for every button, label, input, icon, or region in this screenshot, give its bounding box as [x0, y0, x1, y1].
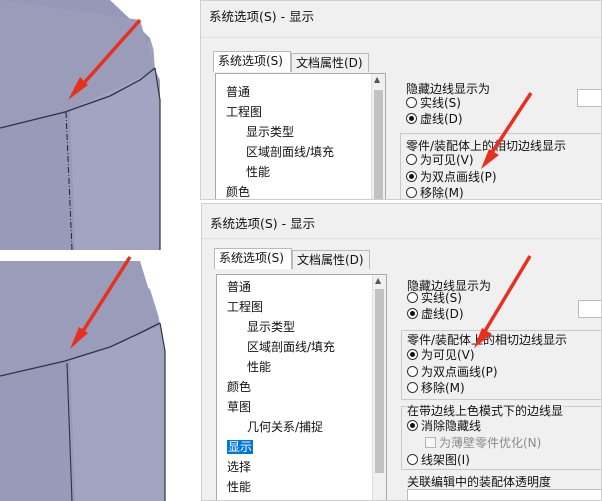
scroll-up-icon[interactable]: ▲: [375, 277, 381, 285]
tab-document-properties[interactable]: 文档属性(D): [292, 250, 370, 269]
tree-item[interactable]: 显示类型: [246, 124, 294, 140]
shaded-edges-label: 在带边线上色模式下的边线显: [407, 402, 564, 419]
radio-solid[interactable]: 实线(S): [406, 95, 461, 111]
radio-remove-hidden[interactable]: 消除隐藏线: [407, 418, 481, 434]
radio-circle[interactable]: [407, 382, 418, 393]
radio-circle[interactable]: [407, 349, 418, 360]
tree-item[interactable]: 区域剖面线/填充: [247, 339, 335, 355]
tree-item[interactable]: 颜色: [227, 379, 251, 395]
options-tree: 普通 工程图 显示类型 区域剖面线/填充 性能 颜色 ▲: [215, 73, 386, 199]
radio-circle[interactable]: [407, 454, 418, 465]
model-viewport-top[interactable]: [0, 0, 200, 250]
tree-item[interactable]: 选择: [227, 459, 251, 475]
radio-wireframe[interactable]: 线架图(I): [407, 452, 470, 468]
radio-circle[interactable]: [407, 292, 418, 303]
radio-phantom[interactable]: 为双点画线(P): [407, 364, 498, 380]
radio-circle[interactable]: [406, 97, 417, 108]
tree-item[interactable]: 普通: [226, 84, 250, 100]
radio-circle[interactable]: [406, 113, 417, 124]
tree-item[interactable]: 性能: [227, 479, 251, 495]
tree-item[interactable]: 工程图: [227, 299, 263, 315]
tree-item[interactable]: 工程图: [226, 104, 262, 120]
radio-circle[interactable]: [406, 171, 417, 182]
radio-dashed[interactable]: 虚线(D): [407, 306, 464, 322]
assembly-transparency-dropdown[interactable]: [407, 489, 601, 500]
radio-circle[interactable]: [407, 420, 418, 431]
tab-system-options[interactable]: 系统选项(S): [214, 248, 292, 269]
annotation-arrow-icon: [481, 92, 533, 169]
tree-item[interactable]: 草图: [227, 399, 251, 415]
side-field[interactable]: [577, 89, 601, 107]
options-dialog-top: 系统选项(S) - 显示 系统选项(S) 文档属性(D) 普通 工程图 显示类型…: [200, 0, 602, 200]
tree-item[interactable]: 显示类型: [247, 319, 295, 335]
options-dialog-bottom: 系统选项(S) - 显示 系统选项(S) 文档属性(D) 普通 工程图 显示类型…: [201, 203, 602, 501]
radio-dashed[interactable]: 虚线(D): [406, 111, 463, 127]
dialog-title: 系统选项(S) - 显示: [210, 216, 316, 231]
tab-document-properties[interactable]: 文档属性(D): [291, 53, 369, 72]
tree-item[interactable]: 颜色: [226, 184, 250, 199]
model-render-bottom: [0, 251, 200, 501]
tab-system-options[interactable]: 系统选项(S): [213, 51, 291, 72]
scroll-thumb[interactable]: [375, 289, 384, 473]
annotation-arrow-icon: [474, 255, 532, 348]
radio-remove[interactable]: 移除(M): [407, 380, 465, 396]
radio-circle[interactable]: [406, 154, 417, 165]
model-render-top: [0, 0, 200, 250]
radio-circle[interactable]: [407, 308, 418, 319]
tree-item[interactable]: 区域剖面线/填充: [246, 144, 334, 160]
radio-circle[interactable]: [407, 366, 418, 377]
checkbox-thin-part[interactable]: 为薄壁零件优化(N): [425, 435, 541, 451]
tree-item[interactable]: 普通: [227, 279, 251, 295]
scroll-thumb[interactable]: [374, 90, 383, 199]
radio-visible[interactable]: 为可见(V): [406, 152, 474, 168]
side-field[interactable]: [578, 300, 601, 318]
tree-item[interactable]: 性能: [247, 359, 271, 375]
radio-remove[interactable]: 移除(M): [406, 185, 464, 199]
scroll-up-icon[interactable]: ▲: [374, 76, 380, 84]
dialog-title: 系统选项(S) - 显示: [209, 9, 315, 24]
assembly-transparency-label: 关联编辑中的装配体透明度: [407, 475, 552, 489]
model-viewport-bottom[interactable]: [0, 251, 200, 501]
tree-item[interactable]: 性能: [246, 164, 270, 180]
radio-solid[interactable]: 实线(S): [407, 290, 462, 306]
radio-circle[interactable]: [406, 187, 417, 198]
tree-item-selected[interactable]: 显示: [227, 439, 254, 455]
tree-scrollbar[interactable]: ▲: [371, 74, 385, 199]
checkbox-box[interactable]: [425, 437, 436, 448]
options-tree: 普通 工程图 显示类型 区域剖面线/填充 性能 颜色 草图 几何关系/捕捉 显示…: [216, 274, 387, 500]
tree-scrollbar[interactable]: ▲: [372, 275, 386, 500]
tree-item[interactable]: 几何关系/捕捉: [247, 419, 323, 435]
